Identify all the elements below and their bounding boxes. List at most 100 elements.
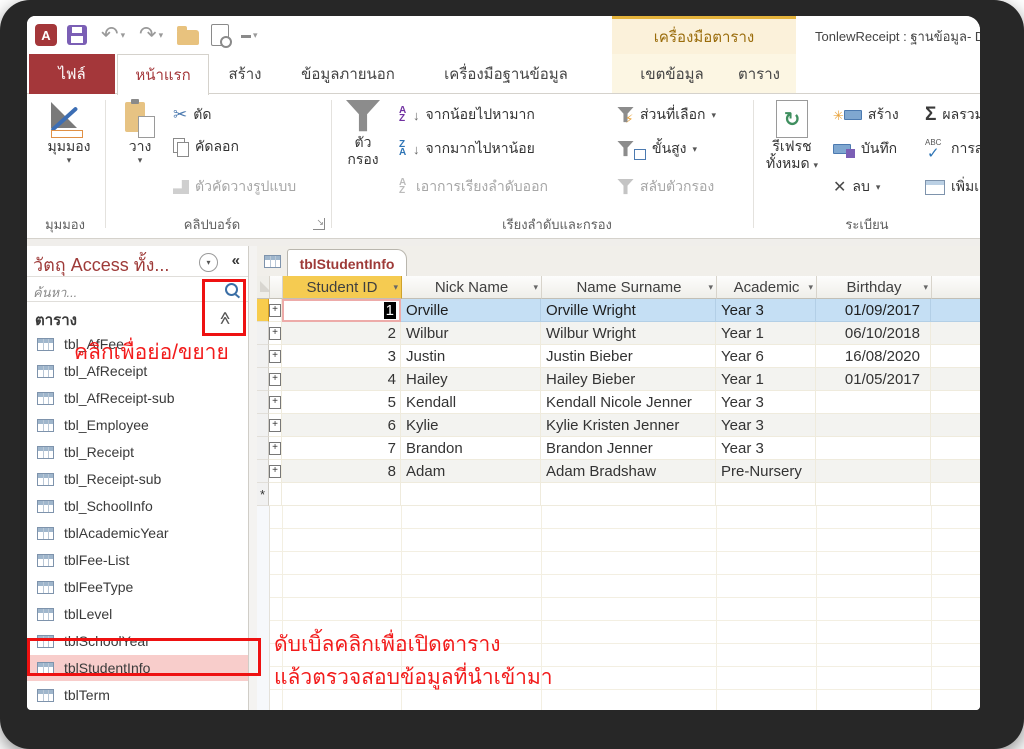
column-header-academic[interactable]: Academic▾ xyxy=(717,276,817,299)
sort-descending-button[interactable]: ZA↓ จากมากไปหาน้อย xyxy=(399,138,535,160)
cell-academic[interactable]: Year 3 xyxy=(716,414,816,437)
tab-external-data[interactable]: ข้อมูลภายนอก xyxy=(281,54,415,94)
undo-icon[interactable]: ↶▾ xyxy=(101,23,125,47)
cell-empty[interactable] xyxy=(931,437,980,460)
table-row[interactable]: + 6 Kylie Kylie Kristen Jenner Year 3 xyxy=(257,414,980,437)
document-tab[interactable]: tblStudentInfo xyxy=(287,249,407,277)
cell-empty[interactable] xyxy=(931,483,980,506)
advanced-filter-button[interactable]: ขั้นสูง▾ xyxy=(617,138,697,160)
cell-name[interactable]: Orville Wright xyxy=(541,299,716,322)
open-folder-icon[interactable] xyxy=(177,23,199,47)
nav-item[interactable]: tbl_AfReceipt-sub xyxy=(27,385,248,411)
cell-academic[interactable]: Year 6 xyxy=(716,345,816,368)
sort-ascending-button[interactable]: AZ↓ จากน้อยไปหามาก xyxy=(399,104,535,126)
tab-create[interactable]: สร้าง xyxy=(213,54,277,94)
tab-table[interactable]: ตาราง xyxy=(725,54,793,94)
nav-item[interactable]: tbl_Receipt xyxy=(27,439,248,465)
cell-birthday[interactable] xyxy=(816,414,931,437)
tab-file[interactable]: ไฟล์ xyxy=(29,54,115,94)
cell-empty[interactable] xyxy=(931,322,980,345)
cut-button[interactable]: ✂ตัด xyxy=(173,104,211,126)
edit-cell-student-id[interactable]: 1 xyxy=(282,299,401,322)
cell-id[interactable]: 4 xyxy=(282,368,401,391)
collapse-section-icon[interactable]: ≪ xyxy=(217,311,233,325)
expand-plus-icon[interactable]: + xyxy=(269,465,281,478)
nav-menu-icon[interactable]: ▾ xyxy=(199,253,218,272)
cell-nick[interactable]: Adam xyxy=(401,460,541,483)
table-row[interactable]: + 3 Justin Justin Bieber Year 6 16/08/20… xyxy=(257,345,980,368)
nav-item[interactable]: tblTerm xyxy=(27,682,248,708)
save-icon[interactable] xyxy=(67,23,87,47)
cell-birthday[interactable]: 01/09/2017 xyxy=(816,299,931,322)
expander-cell[interactable]: + xyxy=(269,414,282,437)
nav-item[interactable]: tbl_SchoolInfo xyxy=(27,493,248,519)
clipboard-dialog-launcher[interactable]: ↘ xyxy=(313,218,325,230)
new-record-row[interactable]: * xyxy=(257,483,980,506)
format-painter-button[interactable]: ตัวคัดวางรูปแบบ xyxy=(173,176,296,198)
copy-button[interactable]: คัดลอก xyxy=(173,136,239,158)
expander-cell[interactable]: + xyxy=(269,299,282,322)
view-button[interactable]: มุมมอง ▾ xyxy=(41,100,97,166)
record-selector[interactable] xyxy=(257,391,269,414)
cell-name[interactable]: Hailey Bieber xyxy=(541,368,716,391)
expander-cell[interactable]: + xyxy=(269,368,282,391)
nav-item[interactable]: tbl_Receipt-sub xyxy=(27,466,248,492)
nav-item[interactable]: tbl_AfReceipt xyxy=(27,358,248,384)
cell-birthday[interactable] xyxy=(816,460,931,483)
cell-name[interactable]: Brandon Jenner xyxy=(541,437,716,460)
cell-nick[interactable]: Wilbur xyxy=(401,322,541,345)
cell-id[interactable]: 5 xyxy=(282,391,401,414)
table-row[interactable]: + 7 Brandon Brandon Jenner Year 3 xyxy=(257,437,980,460)
expand-plus-icon[interactable]: + xyxy=(269,373,281,386)
remove-sort-button[interactable]: AZ เอาการเรียงลำดับออก xyxy=(399,176,548,198)
cell-nick[interactable]: Justin xyxy=(401,345,541,368)
expand-plus-icon[interactable]: + xyxy=(269,327,281,340)
cell-nick[interactable] xyxy=(401,483,541,506)
record-selector[interactable] xyxy=(257,322,269,345)
new-record-button[interactable]: ✳สร้าง xyxy=(833,104,899,126)
shutter-bar-icon[interactable]: « xyxy=(232,252,240,269)
paste-button[interactable]: วาง ▾ xyxy=(117,100,163,166)
more-button[interactable]: เพิ่มเติม xyxy=(925,176,980,198)
table-row[interactable]: + 4 Hailey Hailey Bieber Year 1 01/05/20… xyxy=(257,368,980,391)
expand-plus-icon[interactable]: + xyxy=(269,350,281,363)
cell-nick[interactable]: Hailey xyxy=(401,368,541,391)
column-header-nick-name[interactable]: Nick Name▾ xyxy=(402,276,542,299)
nav-search-box[interactable]: ค้นหา... xyxy=(27,276,248,302)
expander-cell[interactable]: + xyxy=(269,345,282,368)
cell-academic[interactable]: Year 3 xyxy=(716,299,816,322)
qat-customize-icon[interactable]: ▬▾ xyxy=(241,23,258,47)
cell-name[interactable]: Kylie Kristen Jenner xyxy=(541,414,716,437)
redo-icon[interactable]: ↷▾ xyxy=(139,23,163,47)
cell-birthday[interactable] xyxy=(816,391,931,414)
nav-item[interactable]: tbl_Employee xyxy=(27,412,248,438)
cell-nick[interactable]: Brandon xyxy=(401,437,541,460)
save-record-button[interactable]: บันทึก xyxy=(833,138,897,160)
tab-fields[interactable]: เขตข้อมูล xyxy=(625,54,719,94)
column-header-name-surname[interactable]: Name Surname▾ xyxy=(542,276,717,299)
table-row[interactable]: + 8 Adam Adam Bradshaw Pre-Nursery xyxy=(257,460,980,483)
delete-record-button[interactable]: ✕ลบ▾ xyxy=(833,176,880,198)
table-row[interactable]: + 1 Orville Orville Wright Year 3 01/09/… xyxy=(257,299,980,322)
totals-button[interactable]: Σผลรวม xyxy=(925,104,980,126)
nav-item[interactable]: tblLevel xyxy=(27,601,248,627)
expand-plus-icon[interactable]: + xyxy=(269,304,281,317)
cell-name[interactable]: Adam Bradshaw xyxy=(541,460,716,483)
record-selector[interactable] xyxy=(257,299,269,322)
nav-section-tables[interactable]: ตาราง xyxy=(35,308,77,332)
nav-item[interactable]: tblFeeType xyxy=(27,574,248,600)
cell-empty[interactable] xyxy=(931,391,980,414)
cell-academic[interactable]: Pre-Nursery xyxy=(716,460,816,483)
select-all-corner[interactable] xyxy=(257,276,270,299)
column-header-student-id[interactable]: Student ID▾ xyxy=(283,276,402,299)
cell-academic[interactable]: Year 1 xyxy=(716,368,816,391)
table-row[interactable]: + 2 Wilbur Wilbur Wright Year 1 06/10/20… xyxy=(257,322,980,345)
nav-item[interactable]: tblAcademicYear xyxy=(27,520,248,546)
refresh-all-button[interactable]: ↻ รีเฟรช ทั้งหมด ▾ xyxy=(761,100,823,174)
cell-birthday[interactable]: 16/08/2020 xyxy=(816,345,931,368)
cell-birthday[interactable]: 01/05/2017 xyxy=(816,368,931,391)
nav-item[interactable]: tblFee-List xyxy=(27,547,248,573)
cell-name[interactable]: Wilbur Wright xyxy=(541,322,716,345)
cell-name[interactable] xyxy=(541,483,716,506)
cell-academic[interactable] xyxy=(716,483,816,506)
